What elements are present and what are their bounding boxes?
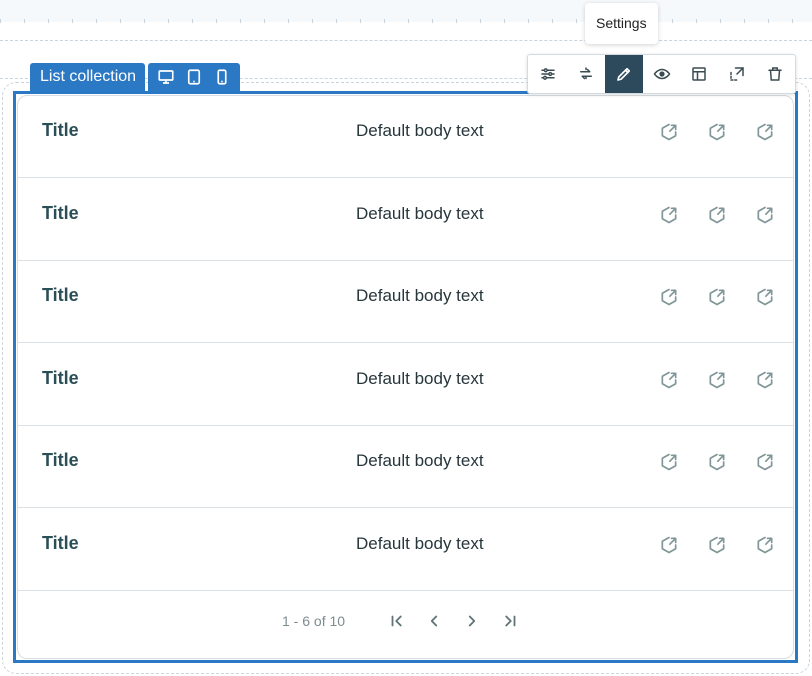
list-item-actions (659, 122, 775, 142)
share-icon[interactable] (707, 205, 727, 225)
share-icon[interactable] (659, 287, 679, 307)
tablet-icon[interactable] (181, 65, 207, 89)
list-item-title: Title (42, 120, 79, 140)
list-collection: Title Default body text Title Default body … (17, 95, 794, 659)
canvas-ruler-ticks (0, 19, 812, 23)
share-icon[interactable] (755, 122, 775, 142)
pagination-summary: 1 - 6 of 10 (282, 613, 346, 629)
list-item-title: Title (42, 285, 79, 305)
last-page-icon[interactable] (499, 610, 521, 632)
list-item[interactable]: Title Default body text (18, 426, 793, 508)
desktop-icon[interactable] (153, 65, 179, 89)
list-item-body: Default body text (356, 203, 484, 223)
share-icon[interactable] (659, 452, 679, 472)
share-icon[interactable] (659, 535, 679, 555)
share-icon[interactable] (755, 535, 775, 555)
component-toolbar (527, 54, 796, 94)
detach-icon[interactable] (718, 55, 756, 93)
eye-icon[interactable] (643, 55, 681, 93)
trash-icon[interactable] (756, 55, 794, 93)
next-page-icon[interactable] (461, 610, 483, 632)
canvas-guide-line (0, 40, 812, 41)
share-icon[interactable] (659, 205, 679, 225)
list-item[interactable]: Title Default body text (18, 344, 793, 426)
list-item-title: Title (42, 532, 79, 553)
mobile-icon[interactable] (209, 65, 235, 89)
swap-icon[interactable] (567, 55, 605, 93)
list-item-actions (659, 287, 775, 307)
pagination: 1 - 6 of 10 (18, 598, 793, 644)
prev-page-icon[interactable] (423, 610, 445, 632)
pencil-icon[interactable] (604, 55, 643, 93)
device-visibility-group (148, 63, 241, 91)
component-label: List collection (30, 63, 241, 91)
share-icon[interactable] (707, 535, 727, 555)
list-item-title: Title (42, 450, 79, 470)
list-item-body: Default body text (356, 286, 484, 305)
list-item-title: Title (42, 367, 79, 388)
list-item-actions (659, 370, 775, 390)
list-item-actions (659, 205, 775, 225)
share-icon[interactable] (755, 370, 775, 390)
share-icon[interactable] (659, 122, 679, 142)
layout-icon[interactable] (680, 55, 718, 93)
list-item[interactable]: Title Default body text (18, 179, 793, 261)
share-icon[interactable] (707, 452, 727, 472)
list-item[interactable]: Title Default body text (18, 96, 793, 178)
list-item-body: Default body text (356, 368, 484, 388)
first-page-icon[interactable] (386, 610, 408, 632)
sliders-icon[interactable] (529, 55, 567, 93)
share-icon[interactable] (707, 122, 727, 142)
share-icon[interactable] (755, 205, 775, 225)
list-item-actions (659, 452, 775, 472)
list-item-title: Title (42, 202, 79, 223)
share-icon[interactable] (755, 287, 775, 307)
list-item-body: Default body text (356, 451, 484, 470)
share-icon[interactable] (659, 370, 679, 390)
share-icon[interactable] (707, 287, 727, 307)
list-item-body: Default body text (356, 121, 484, 140)
list-item[interactable]: Title Default body text (18, 509, 793, 591)
component-name[interactable]: List collection (30, 63, 146, 91)
share-icon[interactable] (755, 452, 775, 472)
list-item-body: Default body text (356, 533, 484, 553)
share-icon[interactable] (707, 370, 727, 390)
settings-tooltip: Settings (585, 3, 658, 44)
list-item-actions (659, 535, 775, 555)
list-item[interactable]: Title Default body text (18, 261, 793, 343)
